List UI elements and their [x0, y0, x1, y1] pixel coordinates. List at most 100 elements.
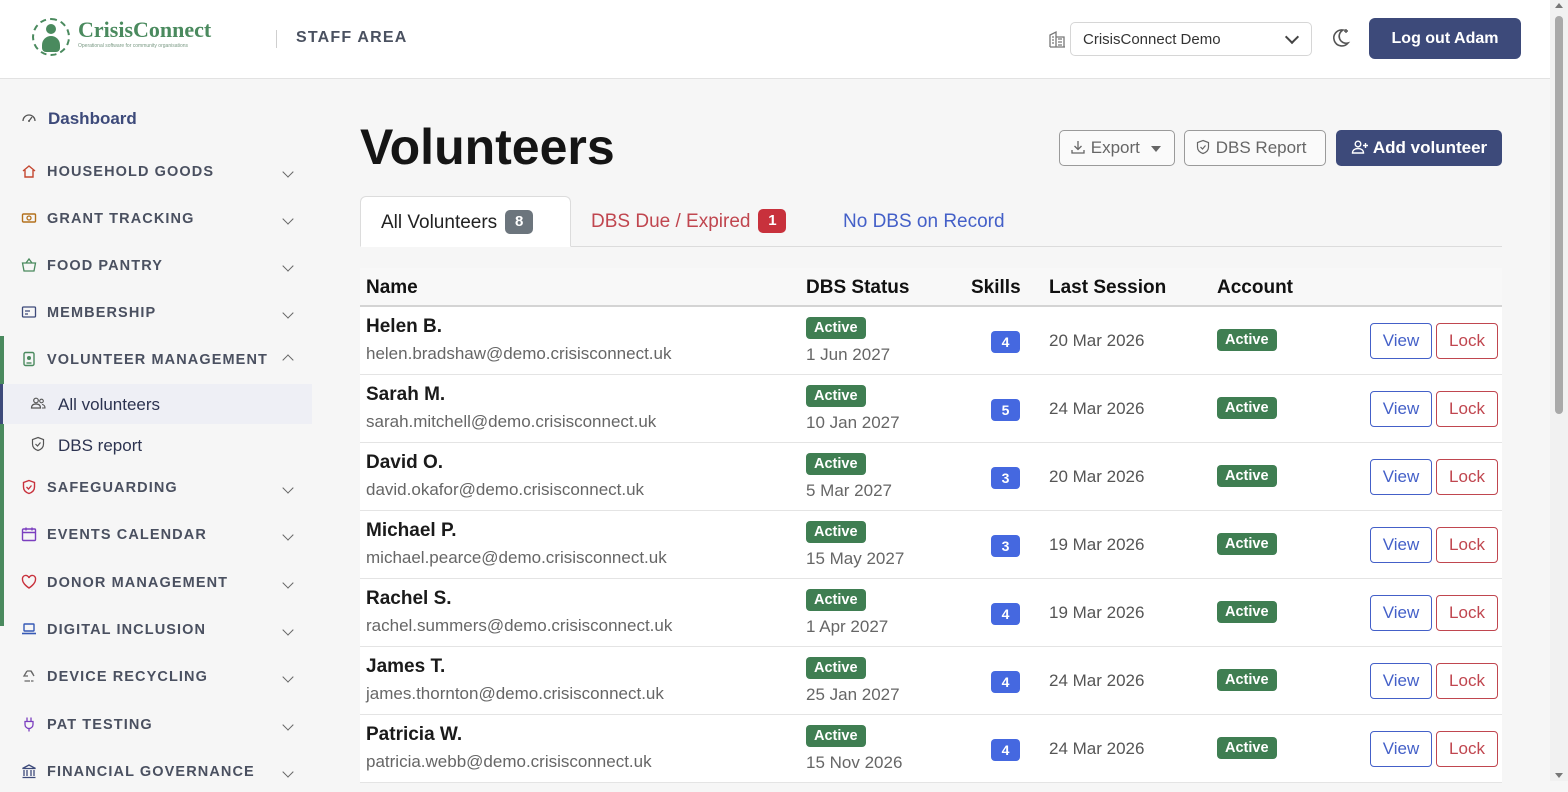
page-scrollbar[interactable] — [1550, 0, 1568, 781]
view-button[interactable]: View — [1370, 323, 1432, 359]
sidebar-group-device-recycling[interactable]: DEVICE RECYCLING — [0, 657, 312, 697]
add-volunteer-button[interactable]: Add volunteer — [1336, 130, 1502, 166]
selected-indicator — [0, 384, 3, 424]
badge-icon — [20, 351, 38, 369]
volunteer-email: david.okafor@demo.crisisconnect.uk — [366, 480, 645, 499]
volunteer-name[interactable]: Sarah M. — [366, 384, 445, 406]
dbs-status-badge: Active — [806, 317, 866, 339]
sidebar-item-dbs-report[interactable]: DBS report — [0, 425, 312, 465]
lock-button[interactable]: Lock — [1436, 731, 1498, 767]
house-icon — [20, 163, 38, 181]
column-header-skills[interactable]: Skills — [971, 277, 1021, 299]
lock-button[interactable]: Lock — [1436, 323, 1498, 359]
volunteer-name[interactable]: David O. — [366, 452, 443, 474]
column-header-dbs-status[interactable]: DBS Status — [806, 277, 909, 299]
people-icon — [30, 395, 46, 414]
view-button[interactable]: View — [1370, 459, 1432, 495]
sidebar-group-financial-governance[interactable]: FINANCIAL GOVERNANCE — [0, 752, 312, 792]
sidebar-group-volunteer-management[interactable]: VOLUNTEER MANAGEMENT — [0, 340, 312, 380]
lock-button[interactable]: Lock — [1436, 595, 1498, 631]
table-row: Michael P. michael.pearce@demo.crisisconn… — [360, 511, 1502, 579]
theme-toggle-moon-icon[interactable] — [1328, 26, 1352, 56]
scrollbar-thumb[interactable] — [1555, 16, 1563, 414]
chevron-down-icon — [1284, 29, 1300, 45]
calendar-icon — [20, 526, 38, 544]
tab-dbs-due-expired[interactable]: DBS Due / Expired 1 — [591, 196, 787, 247]
scroll-up-icon[interactable] — [1555, 3, 1563, 8]
sidebar-group-events-calendar[interactable]: EVENTS CALENDAR — [0, 515, 312, 555]
sidebar-group-food-pantry[interactable]: FOOD PANTRY — [0, 246, 312, 286]
sidebar-group-safeguarding[interactable]: SAFEGUARDING — [0, 468, 312, 508]
tab-all-volunteers[interactable]: All Volunteers 8 — [360, 196, 571, 247]
volunteer-name[interactable]: Rachel S. — [366, 588, 452, 610]
sidebar-group-label: MEMBERSHIP — [47, 305, 157, 321]
person-plus-icon — [1351, 138, 1369, 157]
lock-button[interactable]: Lock — [1436, 391, 1498, 427]
sidebar-item-all-volunteers[interactable]: All volunteers — [0, 384, 312, 424]
chevron-down-icon — [282, 671, 294, 683]
table-header: Name DBS Status Skills Last Session Acco… — [360, 268, 1502, 307]
sidebar-group-label: DONOR MANAGEMENT — [47, 575, 229, 591]
scroll-down-icon[interactable] — [1555, 773, 1563, 778]
last-session-date: 24 Mar 2026 — [1049, 399, 1145, 418]
sidebar-group-label: EVENTS CALENDAR — [47, 527, 207, 543]
tab-no-dbs-on-record[interactable]: No DBS on Record — [843, 196, 1005, 247]
dbs-report-button[interactable]: DBS Report — [1184, 130, 1326, 166]
sidebar-group-label: SAFEGUARDING — [47, 480, 178, 496]
sidebar-group-household-goods[interactable]: HOUSEHOLD GOODS — [0, 152, 312, 192]
brand-logo[interactable]: CrisisConnect Operational software for c… — [32, 18, 211, 56]
dbs-status-badge: Active — [806, 521, 866, 543]
tab-label: DBS Due / Expired — [591, 211, 751, 232]
dbs-expiry-date: 25 Jan 2027 — [806, 685, 900, 704]
view-button[interactable]: View — [1370, 595, 1432, 631]
table-row: Rachel S. rachel.summers@demo.crisisconne… — [360, 579, 1502, 647]
column-header-account[interactable]: Account — [1217, 277, 1293, 299]
organisation-select[interactable]: CrisisConnect Demo — [1070, 22, 1312, 56]
chevron-up-icon — [282, 354, 294, 366]
add-volunteer-button-label: Add volunteer — [1372, 138, 1488, 157]
volunteer-name[interactable]: James T. — [366, 656, 445, 678]
chevron-down-icon — [282, 577, 294, 589]
dbs-expiry-date: 1 Jun 2027 — [806, 345, 891, 364]
sidebar-group-grant-tracking[interactable]: GRANT TRACKING — [0, 199, 312, 239]
volunteer-name[interactable]: Patricia W. — [366, 724, 462, 746]
plug-icon — [20, 716, 38, 734]
chevron-down-icon — [282, 213, 294, 225]
column-header-name[interactable]: Name — [366, 277, 418, 299]
sidebar-group-pat-testing[interactable]: PAT TESTING — [0, 705, 312, 745]
dbs-status-badge: Active — [806, 453, 866, 475]
brand-tagline: Operational software for community organ… — [78, 43, 189, 49]
skills-count-badge: 3 — [991, 535, 1020, 557]
laptop-icon — [20, 621, 38, 639]
view-button[interactable]: View — [1370, 731, 1432, 767]
sidebar-group-label: FINANCIAL GOVERNANCE — [47, 764, 255, 780]
lock-button[interactable]: Lock — [1436, 459, 1498, 495]
view-button[interactable]: View — [1370, 527, 1432, 563]
volunteer-email: sarah.mitchell@demo.crisisconnect.uk — [366, 412, 657, 431]
volunteer-name[interactable]: Helen B. — [366, 316, 442, 338]
speedometer-icon — [20, 110, 38, 128]
export-button[interactable]: Export — [1059, 130, 1175, 166]
sidebar-group-membership[interactable]: MEMBERSHIP — [0, 293, 312, 333]
view-button[interactable]: View — [1370, 391, 1432, 427]
sidebar-item-dashboard[interactable]: Dashboard — [0, 99, 312, 139]
column-header-last-session[interactable]: Last Session — [1049, 277, 1166, 299]
sidebar-group-donor-management[interactable]: DONOR MANAGEMENT — [0, 563, 312, 603]
volunteer-email: patricia.webb@demo.crisisconnect.uk — [366, 752, 652, 771]
skills-count-badge: 5 — [991, 399, 1020, 421]
view-button[interactable]: View — [1370, 663, 1432, 699]
dbs-report-button-label: DBS Report — [1215, 138, 1307, 157]
organisation-select-value: CrisisConnect Demo — [1083, 31, 1221, 48]
lock-button[interactable]: Lock — [1436, 663, 1498, 699]
skills-count-badge: 4 — [991, 739, 1020, 761]
volunteer-name[interactable]: Michael P. — [366, 520, 456, 542]
count-badge: 8 — [505, 210, 534, 234]
dbs-status-badge: Active — [806, 725, 866, 747]
logout-button[interactable]: Log out Adam — [1369, 18, 1521, 59]
lock-button[interactable]: Lock — [1436, 527, 1498, 563]
sidebar-group-digital-inclusion[interactable]: DIGITAL INCLUSION — [0, 610, 312, 650]
header-divider — [276, 30, 277, 48]
sidebar-item-label: All volunteers — [58, 395, 161, 414]
chevron-down-icon — [282, 166, 294, 178]
sidebar-group-label: GRANT TRACKING — [47, 211, 195, 227]
